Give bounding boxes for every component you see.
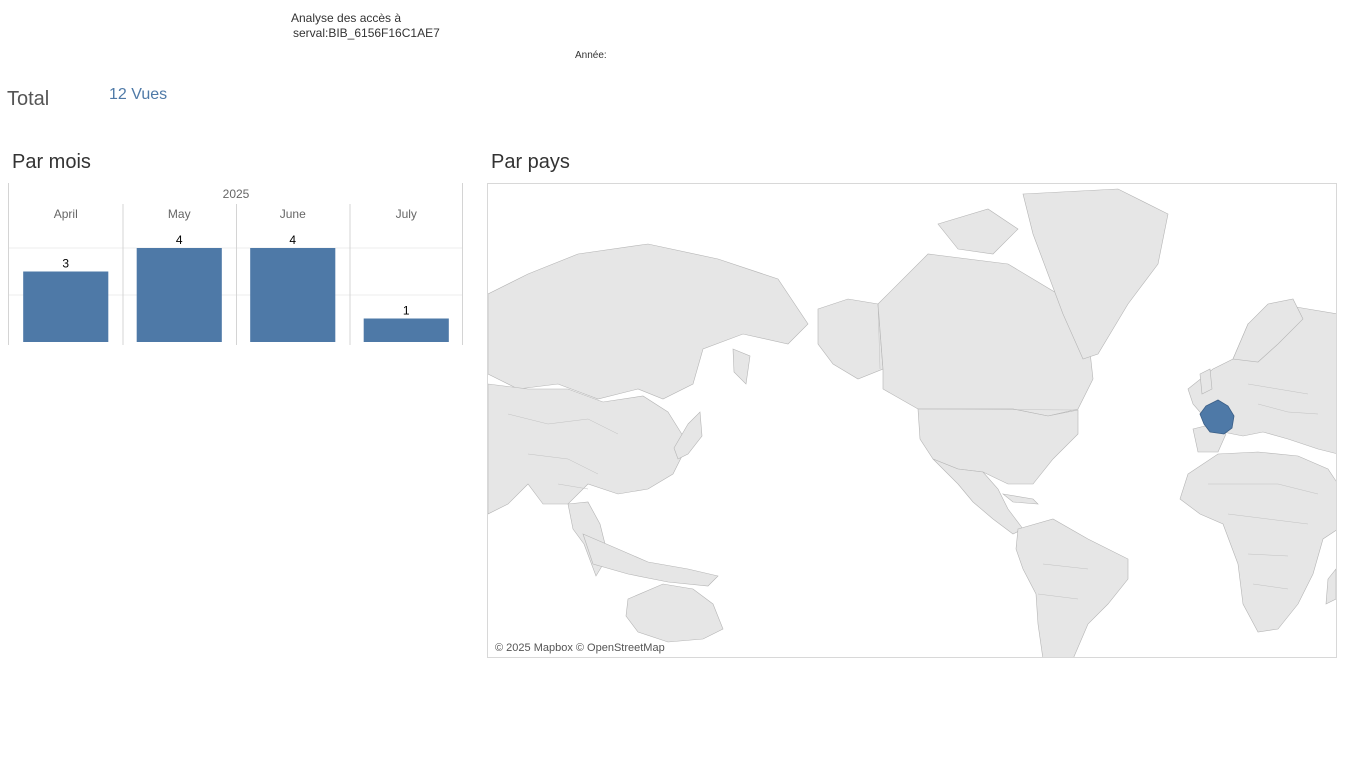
value-label-june: 4 [289,233,296,247]
year-filter-label[interactable]: Année: [575,50,607,61]
land-australia [625,583,724,643]
bar-chart-svg: 2025 April 3 May 4 June 4 July 1 [8,183,463,345]
land-north-asia [488,243,809,400]
land-east-asia [488,383,689,515]
title-line-2: serval:BIB_6156F16C1AE7 [293,26,440,40]
value-label-july: 1 [403,304,410,318]
bar-june[interactable] [250,248,336,342]
month-label-july: July [396,207,417,221]
bar-may[interactable] [136,248,222,342]
map-attribution[interactable]: © 2025 Mapbox © OpenStreetMap [495,642,665,654]
land-madagascar [1325,568,1336,605]
bar-july[interactable] [363,318,449,343]
land-alaska [817,298,884,380]
total-label: Total [7,88,50,110]
land-kamchatka [732,348,751,385]
land-africa [1179,451,1336,633]
dashboard-title: Analyse des accès à serval:BIB_6156F16C1… [291,11,440,41]
world-map-svg [488,188,1336,657]
land-caribbean [1001,493,1039,505]
bar-april[interactable] [23,271,109,343]
land-usa [917,408,1079,485]
total-views-value[interactable]: 12 Vues [109,86,167,104]
land-arctic-islands [937,208,1019,255]
country-section-title: Par pays [491,151,570,173]
value-label-april: 3 [62,257,69,271]
dashboard: Analyse des accès à serval:BIB_6156F16C1… [0,0,1366,768]
value-label-may: 4 [176,233,183,247]
month-label-april: April [54,207,78,221]
monthly-bar-chart[interactable]: 2025 April 3 May 4 June 4 July 1 [8,183,464,345]
year-header: 2025 [223,187,250,201]
title-line-1: Analyse des accès à [291,11,402,25]
monthly-section-title: Par mois [12,151,91,173]
month-label-june: June [280,207,306,221]
country-map[interactable]: © 2025 Mapbox © OpenStreetMap [487,183,1337,658]
month-label-may: May [168,207,191,221]
land-south-america [1015,518,1129,657]
